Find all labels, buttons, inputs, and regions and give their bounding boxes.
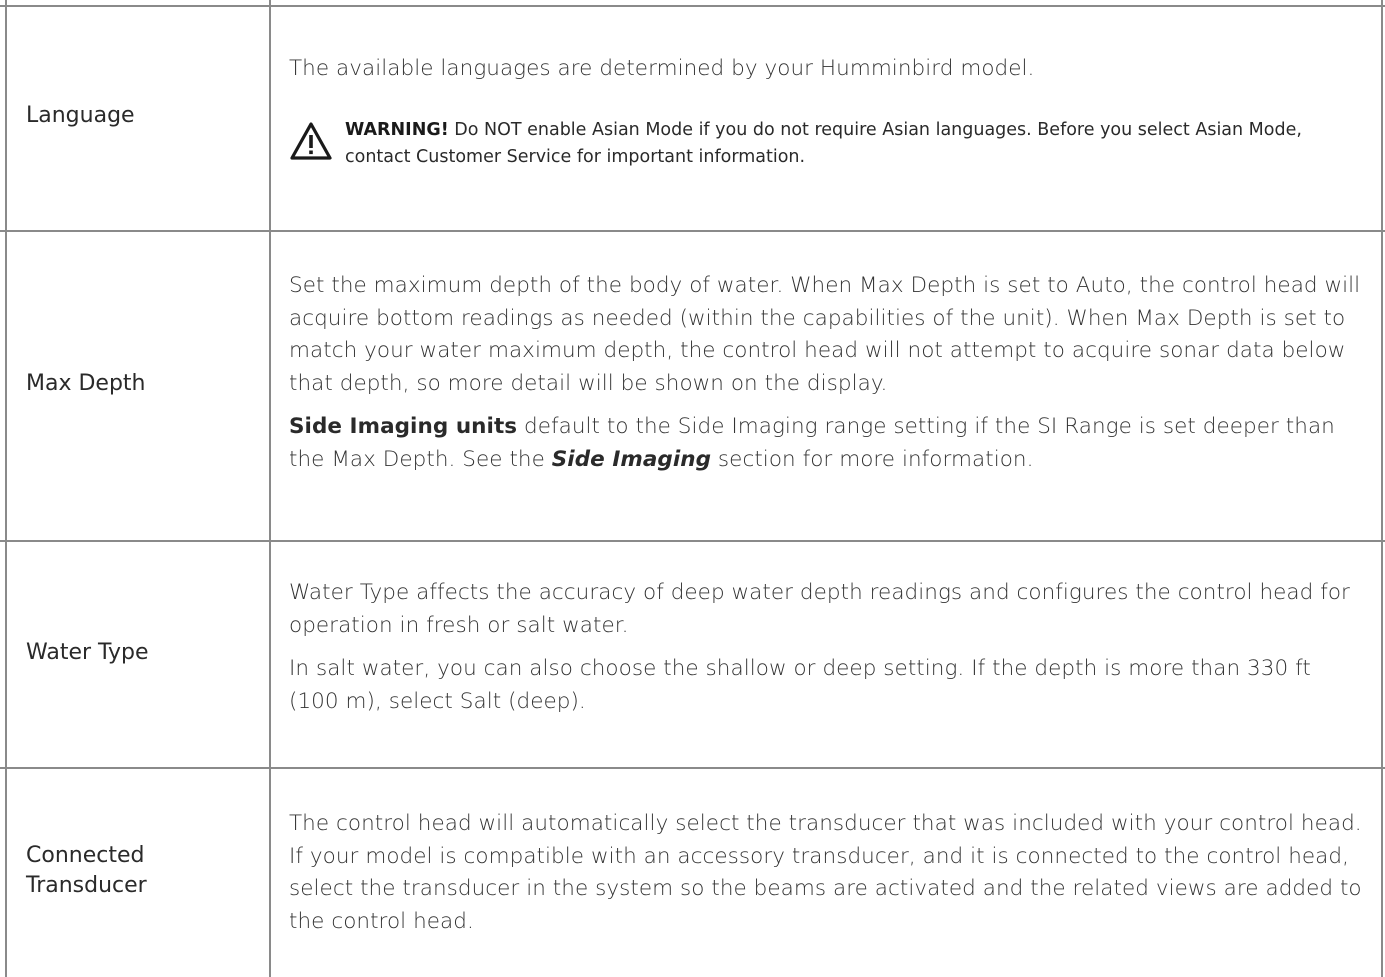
connected-transducer-description: The control head will automatically sele… <box>289 808 1367 938</box>
water-type-paragraph-1: Water Type affects the accuracy of deep … <box>289 580 1350 638</box>
max-depth-paragraph-1: Set the maximum depth of the body of wat… <box>289 273 1361 396</box>
table-border-right <box>1381 0 1383 977</box>
row-divider <box>0 230 1385 232</box>
row-label-language: Language <box>26 103 135 128</box>
warning-triangle-icon <box>290 122 332 160</box>
label-line-1: Connected <box>26 843 145 868</box>
row-label-water-type: Water Type <box>26 640 149 665</box>
label-line-2: Transducer <box>26 873 147 898</box>
table-border-left <box>5 0 7 977</box>
warning-callout: WARNING! Do NOT enable Asian Mode if you… <box>289 117 1367 177</box>
row-divider <box>0 767 1385 769</box>
row-divider <box>0 540 1385 542</box>
water-type-paragraph-2: In salt water, you can also choose the s… <box>289 656 1311 714</box>
max-depth-p2-tail: section for more information. <box>711 446 1034 472</box>
max-depth-paragraph-2: Side Imaging units default to the Side I… <box>289 411 1367 476</box>
language-text: The available languages are determined b… <box>289 56 1035 81</box>
row-label-max-depth: Max Depth <box>26 371 146 396</box>
column-divider <box>269 0 271 977</box>
row-label-connected-transducer: Connected Transducer <box>26 841 266 901</box>
table-border-top <box>0 5 1385 7</box>
warning-body: Do NOT enable Asian Mode if you do not r… <box>345 120 1302 167</box>
language-description: The available languages are determined b… <box>289 53 1367 86</box>
side-imaging-section-ref: Side Imaging <box>551 446 712 472</box>
warning-prefix: WARNING! <box>345 120 449 140</box>
side-imaging-units-label: Side Imaging units <box>289 414 518 439</box>
settings-table: Language The available languages are det… <box>0 0 1385 977</box>
water-type-description: Water Type affects the accuracy of deep … <box>289 577 1367 718</box>
max-depth-description: Set the maximum depth of the body of wat… <box>289 270 1367 476</box>
connected-transducer-paragraph: The control head will automatically sele… <box>289 811 1362 934</box>
warning-text: WARNING! Do NOT enable Asian Mode if you… <box>345 117 1365 171</box>
